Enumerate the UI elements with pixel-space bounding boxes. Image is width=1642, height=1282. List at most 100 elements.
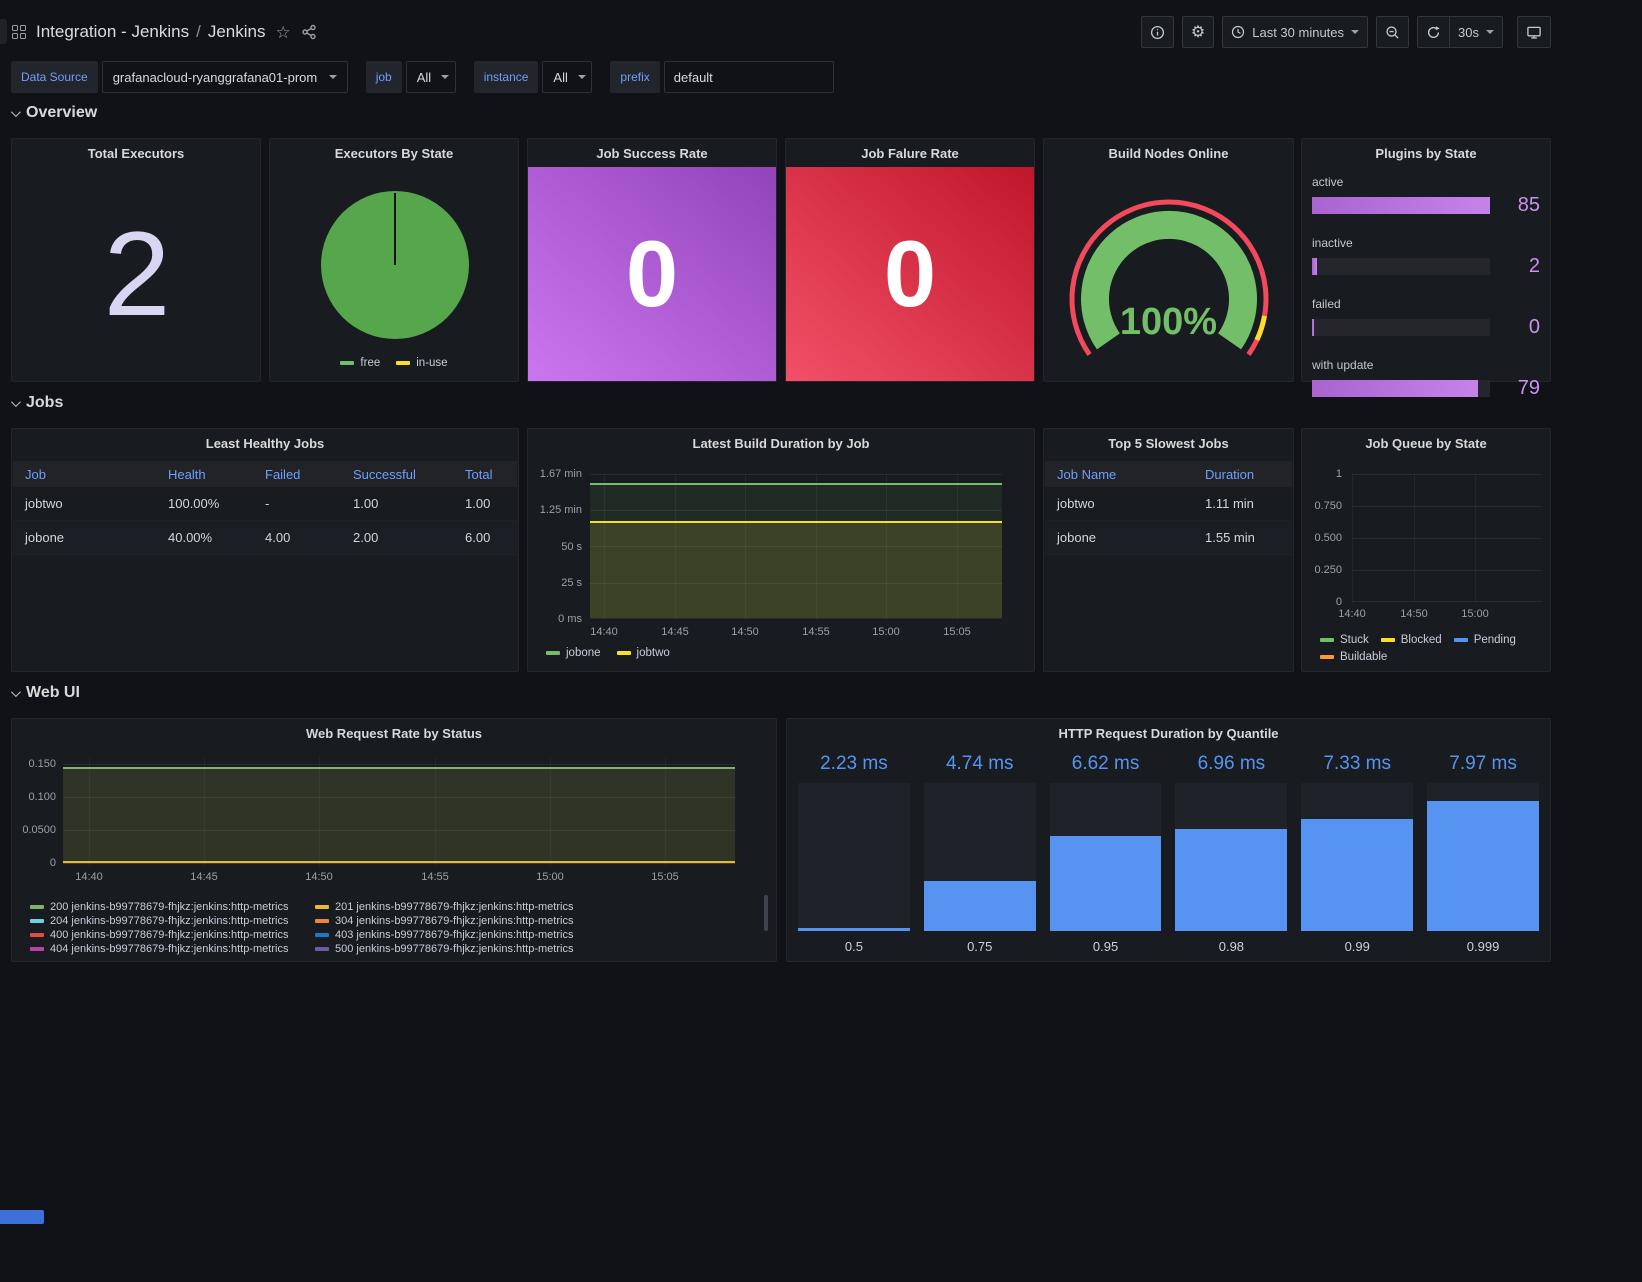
- table-row: jobtwo 100.00% - 1.00 1.00: [13, 487, 517, 521]
- legend-item[interactable]: Blocked: [1381, 634, 1442, 646]
- legend-item[interactable]: 400 jenkins-b99778679-fhjkz:jenkins:http…: [30, 929, 315, 941]
- section-web-ui-label: Web UI: [26, 684, 80, 702]
- quantile-value: 2.23 ms: [798, 753, 910, 777]
- section-web-ui[interactable]: Web UI: [11, 684, 80, 702]
- datasource-dropdown[interactable]: grafanacloud-ryanggrafana01-prom: [102, 61, 348, 93]
- panel-title[interactable]: HTTP Request Duration by Quantile: [787, 719, 1550, 747]
- panel-http-duration-quantile: HTTP Request Duration by Quantile 2.23 m…: [786, 718, 1551, 962]
- refresh-interval-dropdown[interactable]: 30s: [1449, 16, 1503, 48]
- legend-item[interactable]: Pending: [1454, 634, 1516, 646]
- panel-executors-by-state: Executors By State free in-use: [269, 138, 519, 382]
- legend-item[interactable]: 500 jenkins-b99778679-fhjkz:jenkins:http…: [315, 943, 756, 955]
- legend-item[interactable]: Stuck: [1320, 634, 1369, 646]
- breadcrumb-root[interactable]: Integration - Jenkins: [36, 22, 189, 42]
- cell-failed: -: [253, 496, 341, 511]
- panel-title[interactable]: Executors By State: [270, 139, 518, 167]
- bar-gauge-track: [1312, 319, 1490, 336]
- panel-title[interactable]: Least Healthy Jobs: [12, 429, 518, 457]
- legend-item[interactable]: 403 jenkins-b99778679-fhjkz:jenkins:http…: [315, 929, 756, 941]
- time-range-picker[interactable]: Last 30 minutes: [1222, 16, 1368, 48]
- dashboards-grid-icon[interactable]: [12, 25, 26, 39]
- legend-item[interactable]: in-use: [396, 357, 447, 369]
- x-axis-tick: 14:45: [661, 626, 689, 638]
- prefix-input[interactable]: [664, 61, 834, 93]
- stat-value: 0: [884, 220, 936, 328]
- legend-item[interactable]: 304 jenkins-b99778679-fhjkz:jenkins:http…: [315, 915, 756, 927]
- chevron-down-icon: [578, 75, 586, 79]
- quantile-value: 6.62 ms: [1050, 753, 1162, 777]
- panel-title[interactable]: Web Request Rate by Status: [12, 719, 776, 747]
- time-series-plot[interactable]: [590, 474, 1002, 619]
- legend-item[interactable]: jobtwo: [617, 647, 670, 659]
- panel-title[interactable]: Total Executors: [12, 139, 260, 167]
- panel-title[interactable]: Latest Build Duration by Job: [528, 429, 1034, 457]
- y-axis-tick: 1.67 min: [534, 468, 582, 480]
- bar-gauge-label: inactive: [1312, 236, 1540, 250]
- time-series-plot[interactable]: [1352, 474, 1542, 602]
- stat-background: 0: [528, 167, 776, 381]
- legend-item[interactable]: Buildable: [1320, 651, 1387, 663]
- column-header[interactable]: Job: [13, 467, 156, 482]
- legend-label: 201 jenkins-b99778679-fhjkz:jenkins:http…: [335, 901, 573, 913]
- legend-scrollbar[interactable]: [764, 895, 768, 931]
- share-icon[interactable]: [301, 24, 317, 40]
- job-variable-dropdown[interactable]: All: [406, 61, 456, 93]
- cell-duration: 1.55 min: [1193, 530, 1292, 545]
- x-axis-tick: 15:05: [943, 626, 971, 638]
- cell-job: jobone: [13, 530, 156, 545]
- tv-mode-button[interactable]: [1517, 16, 1551, 48]
- quantile-column: 7.97 ms 0.999: [1427, 753, 1539, 954]
- bar-gauge-value: 85: [1500, 194, 1540, 217]
- zoom-out-button[interactable]: [1376, 16, 1409, 48]
- legend-item[interactable]: 404 jenkins-b99778679-fhjkz:jenkins:http…: [30, 943, 315, 955]
- column-header[interactable]: Successful: [341, 467, 453, 482]
- section-overview[interactable]: Overview: [11, 104, 97, 122]
- x-axis-tick: 15:05: [651, 871, 679, 883]
- legend-label: Stuck: [1340, 634, 1369, 646]
- panel-plugins-by-state: Plugins by State active 85 inactive 2 fa…: [1301, 138, 1551, 382]
- panel-title[interactable]: Job Success Rate: [528, 139, 776, 167]
- legend-item[interactable]: 200 jenkins-b99778679-fhjkz:jenkins:http…: [30, 901, 315, 913]
- column-header[interactable]: Failed: [253, 467, 341, 482]
- quantile-bar-fill: [798, 928, 910, 931]
- column-header[interactable]: Job Name: [1045, 467, 1193, 482]
- info-button[interactable]: [1141, 16, 1174, 48]
- column-header[interactable]: Total: [453, 467, 517, 482]
- legend-item[interactable]: free: [340, 357, 380, 369]
- instance-variable-dropdown[interactable]: All: [542, 61, 592, 93]
- legend-label: 200 jenkins-b99778679-fhjkz:jenkins:http…: [50, 901, 288, 913]
- legend-swatch: [30, 947, 44, 951]
- panel-title[interactable]: Top 5 Slowest Jobs: [1044, 429, 1293, 457]
- column-header[interactable]: Duration: [1193, 467, 1292, 482]
- star-icon[interactable]: ☆: [275, 24, 290, 41]
- legend-item[interactable]: jobone: [546, 647, 601, 659]
- panel-title[interactable]: Plugins by State: [1302, 139, 1550, 167]
- cell-health: 40.00%: [156, 530, 253, 545]
- datasource-value: grafanacloud-ryanggrafana01-prom: [113, 70, 318, 85]
- legend-item[interactable]: 204 jenkins-b99778679-fhjkz:jenkins:http…: [30, 915, 315, 927]
- panel-title[interactable]: Job Falure Rate: [786, 139, 1034, 167]
- time-series-plot[interactable]: [63, 757, 735, 867]
- x-axis-tick: 15:00: [1461, 608, 1489, 620]
- panel-title[interactable]: Build Nodes Online: [1044, 139, 1293, 167]
- y-axis-tick: 0.100: [12, 791, 56, 803]
- quantile-bar-fill: [1301, 819, 1413, 931]
- bar-gauge-track: [1312, 258, 1490, 275]
- y-axis-tick: 1.25 min: [534, 504, 582, 516]
- column-header[interactable]: Health: [156, 467, 253, 482]
- dashboard-settings-button[interactable]: ⚙: [1182, 16, 1214, 48]
- legend-item[interactable]: 201 jenkins-b99778679-fhjkz:jenkins:http…: [315, 901, 756, 913]
- bar-gauge-label: active: [1312, 175, 1540, 189]
- prefix-variable-label: prefix: [610, 61, 659, 93]
- quantile-label: 0.99: [1301, 939, 1413, 954]
- quantile-value: 7.33 ms: [1301, 753, 1413, 777]
- bar-gauge-track: [1312, 197, 1490, 214]
- x-axis-tick: 15:00: [536, 871, 564, 883]
- gear-icon: ⚙: [1191, 22, 1205, 42]
- series-line-jobtwo: [590, 521, 1002, 523]
- panel-title[interactable]: Job Queue by State: [1302, 429, 1550, 457]
- section-jobs[interactable]: Jobs: [11, 394, 63, 412]
- refresh-button[interactable]: [1417, 16, 1449, 48]
- breadcrumb-current[interactable]: Jenkins: [208, 22, 266, 42]
- series-line-jobone: [590, 483, 1002, 485]
